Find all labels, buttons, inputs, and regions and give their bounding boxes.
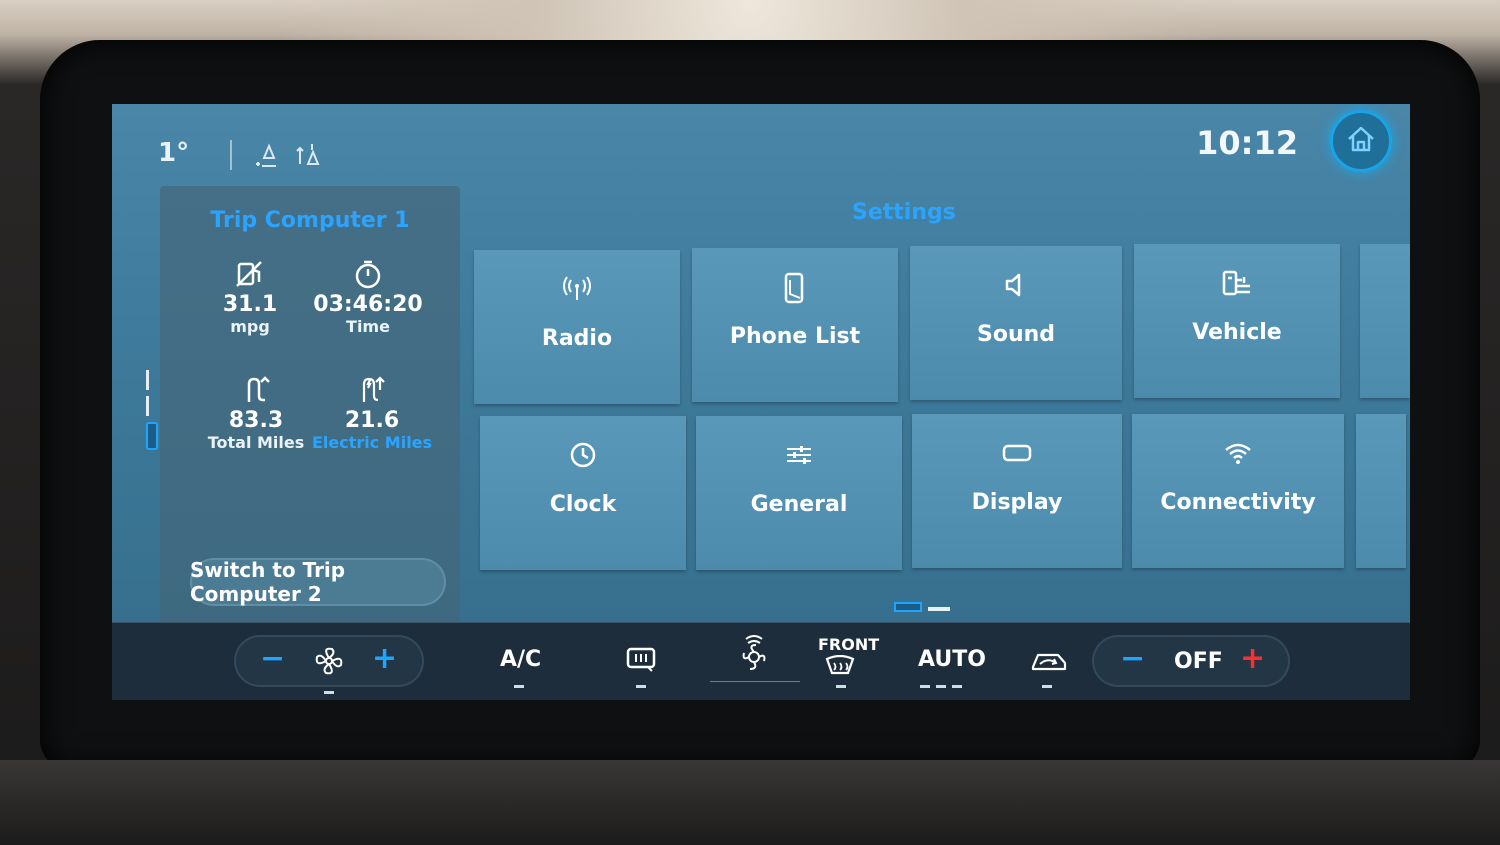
speaker-icon <box>910 270 1122 304</box>
tile-general[interactable]: General <box>696 416 902 570</box>
home-button[interactable] <box>1330 110 1392 172</box>
front-defrost-button[interactable] <box>824 654 856 683</box>
fan-icon <box>312 645 346 683</box>
vehicle-settings-icon <box>1134 268 1340 302</box>
tile-phone-list-label: Phone List <box>729 324 861 349</box>
temp-decrease-button[interactable]: − <box>1120 641 1145 676</box>
climate-control-bar: − + A/C FRONT AUTO − OFF + <box>112 622 1410 700</box>
recirculation-indicator <box>1042 685 1052 688</box>
stopwatch-icon <box>298 258 438 292</box>
fan-level-indicator <box>324 691 334 694</box>
front-defrost-label: FRONT <box>818 635 880 654</box>
trip-time-stat: 03:46:20 Time <box>298 258 438 336</box>
settings-grid: Radio Phone List Sound Vehicle Clock Gen… <box>474 244 1410 574</box>
electric-miles-icon <box>302 374 442 408</box>
page-dot-active <box>894 601 922 612</box>
tile-radio[interactable]: Radio <box>474 250 680 404</box>
electric-miles-stat: 21.6 Electric Miles <box>302 374 442 452</box>
ac-button[interactable]: A/C <box>500 647 541 672</box>
antenna-icon <box>474 274 680 308</box>
tile-next-page-preview[interactable] <box>1360 244 1410 398</box>
tile-vehicle[interactable]: Vehicle <box>1134 244 1340 398</box>
rear-defrost-indicator <box>636 685 646 688</box>
scroll-dash-active <box>146 422 158 450</box>
tile-phone-list[interactable]: Phone List <box>692 248 898 402</box>
scroll-dash <box>146 396 149 416</box>
tile-clock-label: Clock <box>549 492 617 517</box>
settings-title: Settings <box>852 200 956 225</box>
home-icon <box>1346 125 1376 157</box>
trip-time-value: 03:46:20 <box>313 292 423 317</box>
temperature-control: − OFF + <box>1092 635 1290 687</box>
status-bar: 1° 10:12 <box>112 104 1410 184</box>
scroll-dash <box>146 370 149 390</box>
phone-icon <box>692 272 898 306</box>
status-divider <box>230 140 232 170</box>
dashboard-trim <box>0 760 1500 845</box>
tile-vehicle-label: Vehicle <box>1192 320 1282 345</box>
fan-increase-button[interactable]: + <box>372 641 397 676</box>
tile-radio-label: Radio <box>541 326 613 351</box>
front-defrost-indicator <box>836 685 846 688</box>
max-defrost-underline <box>710 681 800 682</box>
temperature-setting: OFF <box>1174 649 1223 674</box>
recirculation-button[interactable] <box>1030 649 1068 679</box>
clock-display: 10:12 <box>1196 124 1298 162</box>
tile-next-page-preview-2[interactable] <box>1356 414 1406 568</box>
tile-general-label: General <box>750 492 848 517</box>
display-icon <box>912 438 1122 472</box>
temp-increase-button[interactable]: + <box>1240 641 1265 676</box>
trip-computer-panel: Trip Computer 1 31.1 mpg 03:46:20 Time 8… <box>160 186 460 626</box>
trip-computer-title: Trip Computer 1 <box>210 208 410 233</box>
electric-miles-label: Electric Miles <box>311 433 433 452</box>
software-update-icon[interactable] <box>294 140 324 176</box>
outside-temperature: 1° <box>158 138 190 168</box>
auto-climate-button[interactable]: AUTO <box>918 647 986 672</box>
tile-clock[interactable]: Clock <box>480 416 686 570</box>
infotainment-screen: 1° 10:12 Trip Computer 1 31.1 mpg 03:46:… <box>112 104 1410 700</box>
electric-miles-value: 21.6 <box>344 408 400 433</box>
max-defrost-button[interactable] <box>734 633 774 683</box>
ac-indicator <box>514 685 524 688</box>
trip-time-label: Time <box>346 317 390 336</box>
clock-icon <box>480 440 686 474</box>
wifi-icon <box>1132 438 1344 472</box>
rear-defrost-button[interactable] <box>624 645 658 681</box>
tile-sound[interactable]: Sound <box>910 246 1122 400</box>
sliders-icon <box>696 440 902 474</box>
panel-scroll-indicator[interactable] <box>146 370 158 456</box>
tile-display[interactable]: Display <box>912 414 1122 568</box>
fan-speed-control: − + <box>234 635 424 687</box>
switch-trip-computer-button[interactable]: Switch to Trip Computer 2 <box>190 558 446 606</box>
tile-connectivity[interactable]: Connectivity <box>1132 414 1344 568</box>
page-dot <box>928 607 950 611</box>
tile-display-label: Display <box>971 490 1063 515</box>
page-indicator[interactable] <box>894 596 956 615</box>
auto-indicator <box>920 685 966 688</box>
tile-sound-label: Sound <box>976 322 1056 347</box>
tile-connectivity-label: Connectivity <box>1160 490 1316 515</box>
notification-download-icon[interactable] <box>254 140 284 176</box>
fan-decrease-button[interactable]: − <box>260 641 285 676</box>
